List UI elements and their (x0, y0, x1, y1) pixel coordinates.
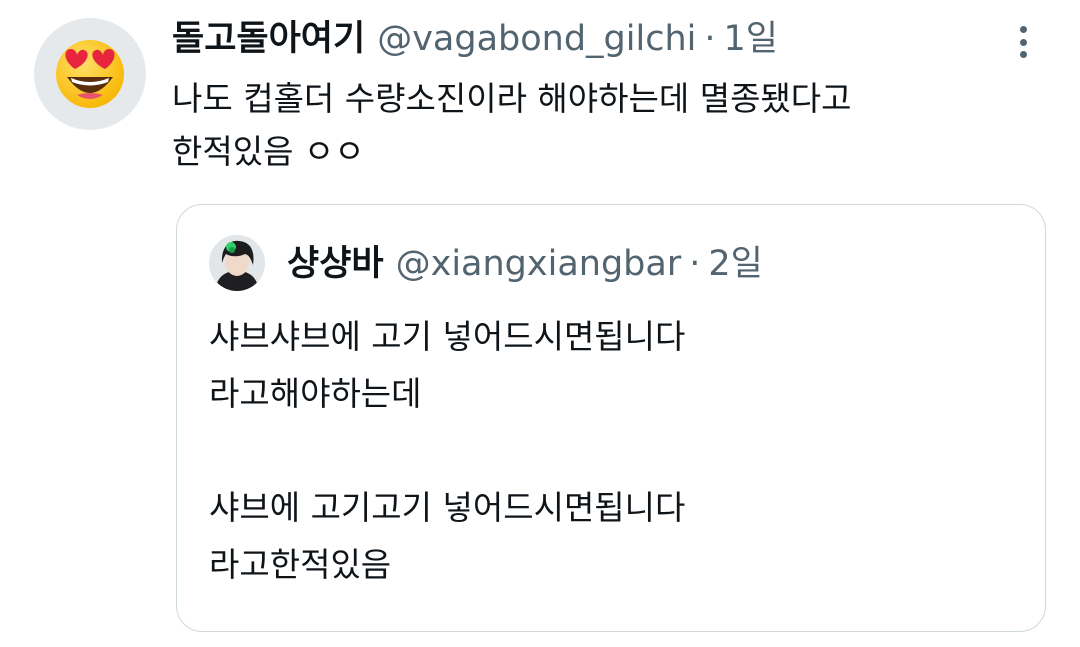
quoted-tweet-header: 샹샹바 @xiangxiangbar · 2일 (287, 239, 763, 289)
quoted-text-line: 라고해야하는데 (209, 374, 422, 413)
tweet-text-line: 나도 컵홀더 수량소진이라 해야하는데 멸종됐다고 (172, 79, 852, 118)
quoted-tweet-timestamp[interactable]: 2일 (708, 239, 762, 289)
quoted-text-line (209, 422, 1029, 479)
quoted-text-line: 라고한적있음 (209, 545, 392, 584)
quoted-text-line: 샤브샤브에 고기 넣어드시면됩니다 (209, 317, 686, 356)
tweet-text-line: 한적있음 ㅇㅇ (172, 132, 365, 171)
quoted-text-line: 샤브에 고기고기 넣어드시면됩니다 (209, 488, 686, 527)
tweet-timestamp[interactable]: 1일 (724, 14, 778, 64)
quoted-avatar-image (209, 235, 265, 291)
user-handle[interactable]: @vagabond_gilchi (377, 14, 696, 64)
quoted-tweet-card[interactable]: 샹샹바 @xiangxiangbar · 2일 샤브샤브에 고기 넣어드시면됩니… (176, 204, 1046, 632)
tweet-header: 돌고돌아여기 @vagabond_gilchi · 1일 (172, 14, 778, 64)
separator-dot: · (689, 244, 701, 284)
avatar[interactable] (34, 18, 146, 130)
quoted-avatar[interactable] (209, 235, 265, 291)
tweet-text: 나도 컵홀더 수량소진이라 해야하는데 멸종됐다고 한적있음 ㅇㅇ (172, 72, 1002, 178)
quoted-display-name[interactable]: 샹샹바 (287, 239, 384, 289)
more-vertical-icon[interactable] (1010, 24, 1036, 60)
separator-dot: · (704, 19, 716, 59)
heart-eyes-emoji-icon (56, 40, 124, 108)
display-name[interactable]: 돌고돌아여기 (172, 14, 365, 64)
quoted-user-handle[interactable]: @xiangxiangbar (396, 239, 682, 289)
quoted-tweet-text: 샤브샤브에 고기 넣어드시면됩니다 라고해야하는데 샤브에 고기고기 넣어드시면… (209, 308, 1029, 593)
